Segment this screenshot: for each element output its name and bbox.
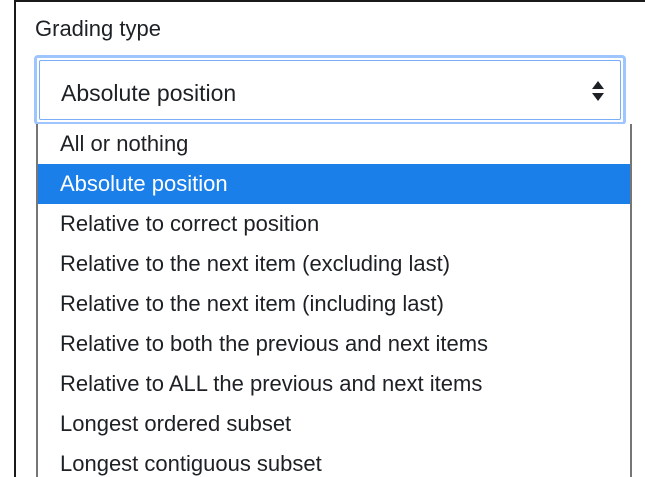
option-relative-previous-and-next[interactable]: Relative to both the previous and next i… xyxy=(38,324,630,364)
option-absolute-position[interactable]: Absolute position xyxy=(38,164,630,204)
grading-type-dropdown-list: All or nothing Absolute position Relativ… xyxy=(36,124,632,477)
option-all-or-nothing[interactable]: All or nothing xyxy=(38,124,630,164)
option-relative-next-excluding-last[interactable]: Relative to the next item (excluding las… xyxy=(38,244,630,284)
option-relative-next-including-last[interactable]: Relative to the next item (including las… xyxy=(38,284,630,324)
option-longest-contiguous-subset[interactable]: Longest contiguous subset xyxy=(38,444,630,477)
grading-type-select[interactable]: Absolute position xyxy=(34,55,626,125)
sort-updown-icon xyxy=(591,80,605,102)
option-longest-ordered-subset[interactable]: Longest ordered subset xyxy=(38,404,630,444)
grading-type-selected-value: Absolute position xyxy=(61,80,237,106)
option-relative-all-previous-and-next[interactable]: Relative to ALL the previous and next it… xyxy=(38,364,630,404)
form-panel: Grading type Absolute position All or no… xyxy=(14,0,645,477)
grading-type-label: Grading type xyxy=(35,16,161,41)
option-relative-to-correct-position[interactable]: Relative to correct position xyxy=(38,204,630,244)
